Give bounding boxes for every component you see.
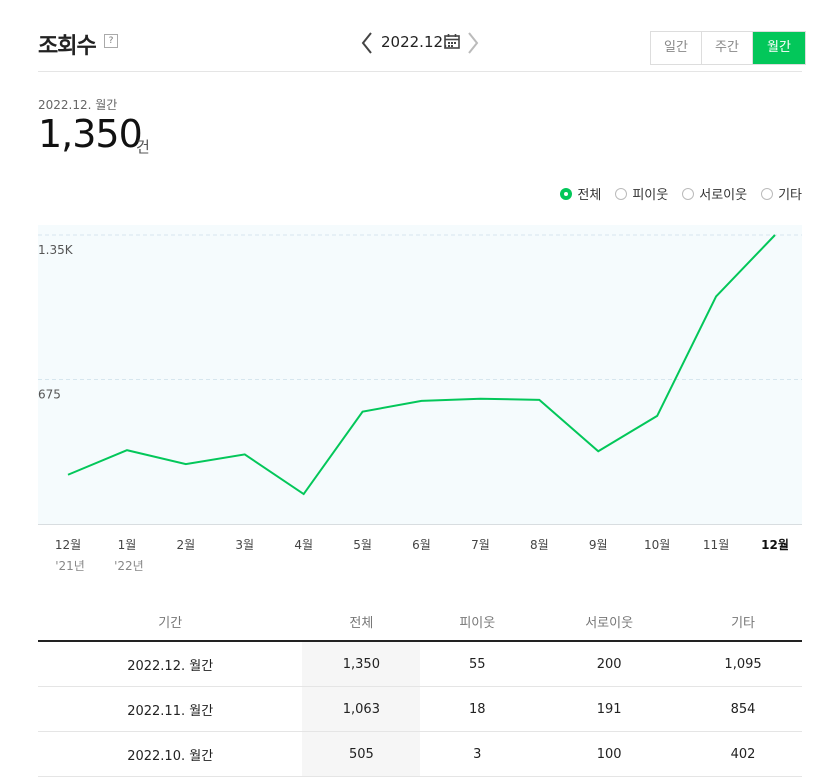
- cell-other: 854: [684, 687, 802, 732]
- filter-other[interactable]: 기타: [761, 184, 802, 203]
- header-divider: [38, 71, 802, 72]
- cell-mutual: 200: [534, 641, 684, 687]
- y-tick-label: 675: [38, 388, 61, 402]
- x-tick-label: 7월: [471, 538, 490, 552]
- x-tick-label: 5월: [353, 538, 372, 552]
- date-label: 2022.12.: [381, 33, 448, 51]
- period-daily-button[interactable]: 일간: [651, 32, 702, 64]
- radio-icon[interactable]: [615, 188, 627, 200]
- filter-label: 서로이웃: [699, 184, 747, 203]
- filter-mutual[interactable]: 서로이웃: [682, 184, 747, 203]
- page-title: 조회수: [38, 28, 96, 60]
- x-tick-label: 2월: [176, 538, 195, 552]
- filter-label: 피이웃: [632, 184, 668, 203]
- cell-neighbor: 18: [420, 687, 534, 732]
- cell-period: 2022.12. 월간: [38, 641, 302, 687]
- x-tick-label: 12월: [761, 537, 789, 552]
- table-row: 2022.10. 월간 505 3 100 402: [38, 732, 802, 777]
- x-year-label: '22년: [114, 559, 144, 573]
- radio-icon[interactable]: [761, 188, 773, 200]
- summary-unit: 건: [136, 136, 150, 157]
- help-icon[interactable]: ?: [104, 34, 118, 48]
- cell-period: 2022.10. 월간: [38, 732, 302, 777]
- cell-period: 2022.11. 월간: [38, 687, 302, 732]
- table-row: 2022.12. 월간 1,350 55 200 1,095: [38, 641, 802, 687]
- x-tick-label: 4월: [294, 538, 313, 552]
- summary-period: 2022.12. 월간: [38, 96, 117, 113]
- summary-total: 1,350: [38, 112, 142, 156]
- cell-neighbor: 3: [420, 732, 534, 777]
- radio-checked-icon[interactable]: [560, 188, 572, 200]
- x-tick-label: 3월: [235, 538, 254, 552]
- col-period: 기간: [38, 602, 302, 641]
- views-table: 기간 전체 피이웃 서로이웃 기타 2022.12. 월간 1,350 55 2…: [38, 602, 802, 777]
- cell-total: 1,063: [302, 687, 420, 732]
- x-tick-label: 1월: [118, 538, 137, 552]
- radio-icon[interactable]: [682, 188, 694, 200]
- chevron-right-icon[interactable]: [466, 31, 480, 55]
- cell-total: 505: [302, 732, 420, 777]
- table-header-row: 기간 전체 피이웃 서로이웃 기타: [38, 602, 802, 641]
- period-selector: 일간 주간 월간: [650, 31, 806, 65]
- y-tick-label: 1.35K: [38, 243, 74, 257]
- x-tick-label: 12월: [55, 538, 81, 552]
- views-line-chart: 1.35K 675 12월 '21년 1월 '22년 2월 3월 4월 5월 6월 7월 8월 9월 10…: [38, 225, 802, 580]
- period-monthly-button[interactable]: 월간: [753, 32, 805, 64]
- cell-mutual: 100: [534, 732, 684, 777]
- col-other: 기타: [684, 602, 802, 641]
- calendar-icon[interactable]: [444, 33, 460, 49]
- cell-mutual: 191: [534, 687, 684, 732]
- x-tick-label: 11월: [703, 538, 729, 552]
- x-tick-label: 10월: [644, 538, 670, 552]
- cell-other: 1,095: [684, 641, 802, 687]
- period-weekly-button[interactable]: 주간: [702, 32, 753, 64]
- cell-other: 402: [684, 732, 802, 777]
- chevron-left-icon[interactable]: [360, 31, 374, 55]
- x-year-label: '21년: [55, 559, 85, 573]
- cell-total: 1,350: [302, 641, 420, 687]
- col-mutual: 서로이웃: [534, 602, 684, 641]
- x-tick-label: 6월: [412, 538, 431, 552]
- plot-area: [38, 225, 802, 525]
- table-row: 2022.11. 월간 1,063 18 191 854: [38, 687, 802, 732]
- filter-neighbor[interactable]: 피이웃: [615, 184, 668, 203]
- series-filter: 전체 피이웃 서로이웃 기타: [560, 184, 802, 203]
- filter-label: 기타: [778, 184, 802, 203]
- filter-label: 전체: [577, 184, 601, 203]
- x-tick-label: 8월: [530, 538, 549, 552]
- x-tick-label: 9월: [589, 538, 608, 552]
- col-total: 전체: [302, 602, 420, 641]
- col-neighbor: 피이웃: [420, 602, 534, 641]
- filter-all[interactable]: 전체: [560, 184, 601, 203]
- cell-neighbor: 55: [420, 641, 534, 687]
